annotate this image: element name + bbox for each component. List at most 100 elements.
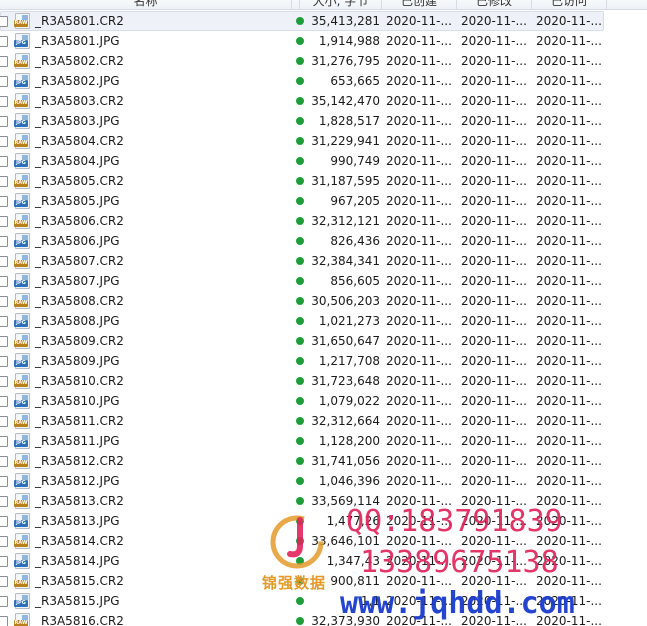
row-checkbox[interactable] xyxy=(0,256,8,267)
watermark-url: www.jqhdd.com xyxy=(340,586,575,621)
raw-file-icon: RAW xyxy=(14,333,30,349)
table-row[interactable]: JPG _R3A5811.JPG 1,128,200 2020-11-... 2020-… xyxy=(0,431,647,451)
file-name: _R3A5808.CR2 xyxy=(35,294,124,308)
raw-file-icon: RAW xyxy=(14,133,30,149)
date-created: 2020-11-... xyxy=(386,114,452,128)
row-checkbox[interactable] xyxy=(0,456,8,467)
file-size: 31,276,795 xyxy=(311,54,380,68)
table-row[interactable]: JPG _R3A5806.JPG 826,436 2020-11-... 2020-11… xyxy=(0,231,647,251)
row-checkbox[interactable] xyxy=(0,116,8,127)
date-accessed: 2020-11-... xyxy=(536,374,602,388)
status-dot-icon xyxy=(296,477,304,485)
table-row[interactable]: RAW _R3A5811.CR2 32,312,664 2020-11-... 2020… xyxy=(0,411,647,431)
row-checkbox[interactable] xyxy=(0,276,8,287)
date-accessed: 2020-11-... xyxy=(536,14,602,28)
row-checkbox[interactable] xyxy=(0,36,8,47)
row-checkbox[interactable] xyxy=(0,436,8,447)
table-row[interactable]: JPG _R3A5802.JPG 653,665 2020-11-... 2020-11… xyxy=(0,71,647,91)
row-checkbox[interactable] xyxy=(0,576,8,587)
row-checkbox[interactable] xyxy=(0,516,8,527)
row-checkbox[interactable] xyxy=(0,176,8,187)
file-name: _R3A5814.CR2 xyxy=(35,534,124,548)
column-header-size[interactable]: 大小, 字节 xyxy=(300,0,382,10)
file-size: 1,128,200 xyxy=(318,434,380,448)
date-accessed: 2020-11-... xyxy=(536,414,602,428)
row-checkbox[interactable] xyxy=(0,596,8,607)
status-dot-icon xyxy=(296,197,304,205)
date-modified: 2020-11-... xyxy=(461,454,527,468)
status-dot-icon xyxy=(296,137,304,145)
date-created: 2020-11-... xyxy=(386,434,452,448)
file-size: 1,046,396 xyxy=(318,474,380,488)
table-row[interactable]: RAW _R3A5804.CR2 31,229,941 2020-11-... 2020… xyxy=(0,131,647,151)
table-row[interactable]: RAW _R3A5806.CR2 32,312,121 2020-11-... 2020… xyxy=(0,211,647,231)
row-checkbox[interactable] xyxy=(0,196,8,207)
row-checkbox[interactable] xyxy=(0,556,8,567)
table-row[interactable]: JPG _R3A5808.JPG 1,021,273 2020-11-... 2020-… xyxy=(0,311,647,331)
file-size: 35,413,281 xyxy=(311,14,380,28)
table-row[interactable]: JPG _R3A5803.JPG 1,828,517 2020-11-... 2020-… xyxy=(0,111,647,131)
row-checkbox[interactable] xyxy=(0,96,8,107)
table-row[interactable]: RAW _R3A5805.CR2 31,187,595 2020-11-... 2020… xyxy=(0,171,647,191)
date-modified: 2020-11-... xyxy=(461,74,527,88)
row-checkbox[interactable] xyxy=(0,496,8,507)
table-row[interactable]: RAW _R3A5808.CR2 30,506,203 2020-11-... 2020… xyxy=(0,291,647,311)
date-modified: 2020-11-... xyxy=(461,194,527,208)
jpg-file-icon: JPG xyxy=(14,313,30,329)
status-dot-icon xyxy=(296,497,304,505)
date-created: 2020-11-... xyxy=(386,174,452,188)
file-size: 990,749 xyxy=(330,154,380,168)
table-row[interactable]: JPG _R3A5812.JPG 1,046,396 2020-11-... 2020-… xyxy=(0,471,647,491)
table-row[interactable]: RAW _R3A5801.CR2 35,413,281 2020-11-... 2020… xyxy=(0,11,647,31)
table-row[interactable]: JPG _R3A5807.JPG 856,605 2020-11-... 2020-11… xyxy=(0,271,647,291)
column-header-name[interactable]: 名称 xyxy=(0,0,292,10)
file-name: _R3A5810.JPG xyxy=(35,394,120,408)
file-size: 30,506,203 xyxy=(311,294,380,308)
row-checkbox[interactable] xyxy=(0,136,8,147)
file-name: _R3A5802.JPG xyxy=(35,74,120,88)
table-row[interactable]: JPG _R3A5809.JPG 1,217,708 2020-11-... 2020-… xyxy=(0,351,647,371)
status-dot-icon xyxy=(296,617,304,625)
row-checkbox[interactable] xyxy=(0,236,8,247)
table-row[interactable]: RAW _R3A5803.CR2 35,142,470 2020-11-... 2020… xyxy=(0,91,647,111)
row-checkbox[interactable] xyxy=(0,536,8,547)
date-modified: 2020-11-... xyxy=(461,274,527,288)
row-checkbox[interactable] xyxy=(0,376,8,387)
column-header-status[interactable] xyxy=(292,0,300,10)
row-checkbox[interactable] xyxy=(0,356,8,367)
row-checkbox[interactable] xyxy=(0,616,8,626)
date-created: 2020-11-... xyxy=(386,474,452,488)
table-row[interactable]: JPG _R3A5810.JPG 1,079,022 2020-11-... 2020-… xyxy=(0,391,647,411)
row-checkbox[interactable] xyxy=(0,416,8,427)
table-row[interactable]: JPG _R3A5801.JPG 1,914,988 2020-11-... 2020-… xyxy=(0,31,647,51)
file-name: _R3A5808.JPG xyxy=(35,314,120,328)
row-checkbox[interactable] xyxy=(0,76,8,87)
row-checkbox[interactable] xyxy=(0,396,8,407)
table-row[interactable]: RAW _R3A5807.CR2 32,384,341 2020-11-... 2020… xyxy=(0,251,647,271)
column-header-modified[interactable]: 已修改 xyxy=(457,0,532,10)
status-dot-icon xyxy=(296,457,304,465)
date-accessed: 2020-11-... xyxy=(536,354,602,368)
row-checkbox[interactable] xyxy=(0,476,8,487)
table-row[interactable]: RAW _R3A5812.CR2 31,741,056 2020-11-... 2020… xyxy=(0,451,647,471)
row-checkbox[interactable] xyxy=(0,156,8,167)
table-row[interactable]: RAW _R3A5802.CR2 31,276,795 2020-11-... 2020… xyxy=(0,51,647,71)
file-name: _R3A5801.CR2 xyxy=(35,14,124,28)
column-header-accessed[interactable]: 已访问 xyxy=(532,0,607,10)
table-row[interactable]: RAW _R3A5810.CR2 31,723,648 2020-11-... 2020… xyxy=(0,371,647,391)
row-checkbox[interactable] xyxy=(0,16,8,27)
row-checkbox[interactable] xyxy=(0,296,8,307)
row-checkbox[interactable] xyxy=(0,56,8,67)
status-dot-icon xyxy=(296,597,304,605)
table-row[interactable]: JPG _R3A5805.JPG 967,205 2020-11-... 2020-11… xyxy=(0,191,647,211)
file-name: _R3A5807.CR2 xyxy=(35,254,124,268)
table-row[interactable]: JPG _R3A5804.JPG 990,749 2020-11-... 2020-11… xyxy=(0,151,647,171)
column-header-created[interactable]: 已创建 xyxy=(382,0,457,10)
file-name: _R3A5801.JPG xyxy=(35,34,120,48)
file-name: _R3A5806.CR2 xyxy=(35,214,124,228)
row-checkbox[interactable] xyxy=(0,316,8,327)
row-checkbox[interactable] xyxy=(0,216,8,227)
row-checkbox[interactable] xyxy=(0,336,8,347)
table-row[interactable]: RAW _R3A5809.CR2 31,650,647 2020-11-... 2020… xyxy=(0,331,647,351)
date-created: 2020-11-... xyxy=(386,34,452,48)
